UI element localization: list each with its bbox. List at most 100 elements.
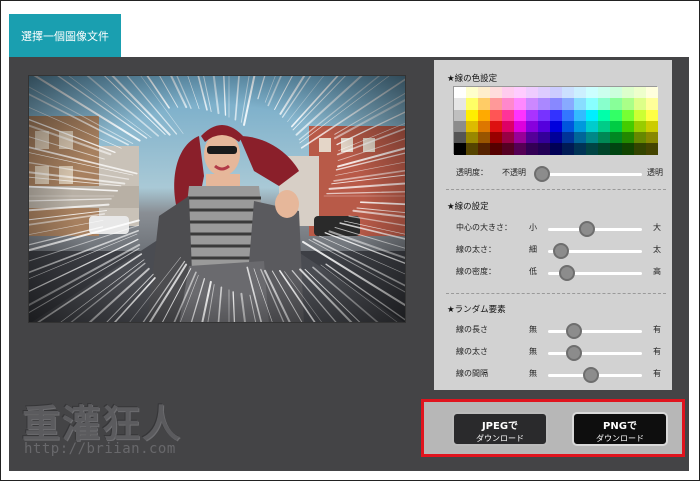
color-swatch[interactable] (598, 120, 610, 133)
line-setting-slider-knob[interactable] (558, 265, 575, 281)
color-swatch[interactable] (586, 87, 598, 99)
line-setting-slider[interactable] (548, 265, 642, 281)
random-setting-slider[interactable] (548, 345, 642, 361)
random-setting-slider-knob[interactable] (566, 345, 583, 361)
color-swatch[interactable] (454, 143, 466, 155)
line-setting-slider-knob[interactable] (553, 243, 570, 259)
color-swatch[interactable] (622, 143, 634, 155)
color-swatch[interactable] (550, 120, 562, 133)
color-swatch[interactable] (550, 87, 562, 99)
color-swatch[interactable] (502, 87, 514, 99)
color-swatch[interactable] (574, 98, 586, 110)
color-swatch[interactable] (478, 98, 490, 110)
color-swatch[interactable] (502, 109, 514, 121)
color-swatch[interactable] (502, 143, 514, 155)
color-swatch[interactable] (490, 143, 502, 155)
color-swatch[interactable] (490, 98, 502, 110)
color-swatch[interactable] (634, 120, 646, 133)
color-swatch[interactable] (466, 98, 478, 110)
color-swatch[interactable] (646, 87, 658, 99)
color-swatch[interactable] (610, 143, 622, 155)
color-swatch[interactable] (646, 132, 658, 144)
color-swatch[interactable] (454, 87, 466, 99)
color-swatch[interactable] (526, 120, 538, 133)
color-swatch[interactable] (526, 109, 538, 121)
color-swatch[interactable] (622, 98, 634, 110)
color-swatch[interactable] (646, 109, 658, 121)
color-swatch[interactable] (526, 87, 538, 99)
color-swatch[interactable] (514, 143, 526, 155)
color-swatch[interactable] (622, 87, 634, 99)
color-swatch[interactable] (574, 132, 586, 144)
color-swatch[interactable] (466, 143, 478, 155)
line-setting-slider[interactable] (548, 221, 642, 237)
color-swatch[interactable] (526, 98, 538, 110)
color-swatch[interactable] (646, 120, 658, 133)
color-swatch[interactable] (598, 98, 610, 110)
color-swatch[interactable] (454, 98, 466, 110)
color-swatch[interactable] (610, 109, 622, 121)
color-swatch[interactable] (598, 132, 610, 144)
color-swatch[interactable] (610, 132, 622, 144)
color-swatch[interactable] (634, 109, 646, 121)
color-swatch[interactable] (610, 120, 622, 133)
color-swatch[interactable] (586, 132, 598, 144)
select-image-tab[interactable]: 選擇一個圖像文件 (9, 14, 121, 57)
color-swatch[interactable] (550, 109, 562, 121)
random-setting-slider[interactable] (548, 367, 642, 383)
random-setting-slider-knob[interactable] (566, 323, 583, 339)
random-setting-slider[interactable] (548, 323, 642, 339)
color-swatch[interactable] (514, 109, 526, 121)
color-swatch[interactable] (610, 87, 622, 99)
color-swatch[interactable] (454, 132, 466, 144)
color-swatch[interactable] (562, 87, 574, 99)
color-swatch[interactable] (634, 132, 646, 144)
color-swatch[interactable] (502, 132, 514, 144)
color-swatch[interactable] (514, 120, 526, 133)
color-swatch[interactable] (454, 120, 466, 133)
color-swatch[interactable] (562, 109, 574, 121)
color-swatch[interactable] (550, 143, 562, 155)
color-swatch[interactable] (502, 98, 514, 110)
color-swatch[interactable] (646, 98, 658, 110)
line-setting-slider-knob[interactable] (579, 221, 596, 237)
color-swatch[interactable] (586, 109, 598, 121)
color-swatch[interactable] (478, 87, 490, 99)
color-swatch[interactable] (634, 143, 646, 155)
opacity-slider-knob[interactable] (534, 166, 550, 182)
color-swatch[interactable] (478, 109, 490, 121)
color-swatch[interactable] (598, 109, 610, 121)
color-swatch[interactable] (598, 143, 610, 155)
color-swatch[interactable] (514, 87, 526, 99)
color-swatch[interactable] (562, 143, 574, 155)
color-swatch[interactable] (526, 143, 538, 155)
color-swatch[interactable] (586, 98, 598, 110)
color-swatch[interactable] (598, 87, 610, 99)
color-swatch[interactable] (490, 109, 502, 121)
color-swatch[interactable] (466, 132, 478, 144)
color-swatch[interactable] (634, 98, 646, 110)
color-swatch[interactable] (646, 143, 658, 155)
color-swatch[interactable] (622, 109, 634, 121)
color-swatch[interactable] (466, 120, 478, 133)
color-swatch[interactable] (562, 132, 574, 144)
color-swatch[interactable] (574, 87, 586, 99)
color-swatch[interactable] (586, 143, 598, 155)
color-swatch[interactable] (622, 132, 634, 144)
color-swatch[interactable] (550, 98, 562, 110)
color-swatch[interactable] (634, 87, 646, 99)
color-swatch[interactable] (562, 120, 574, 133)
color-swatch[interactable] (574, 120, 586, 133)
color-swatch[interactable] (490, 132, 502, 144)
color-swatch[interactable] (538, 87, 550, 99)
color-swatch[interactable] (466, 109, 478, 121)
opacity-slider[interactable] (534, 166, 642, 182)
color-swatch[interactable] (466, 87, 478, 99)
color-swatch[interactable] (526, 132, 538, 144)
color-swatch[interactable] (514, 98, 526, 110)
color-swatch[interactable] (502, 120, 514, 133)
color-swatch[interactable] (478, 143, 490, 155)
color-swatch[interactable] (574, 143, 586, 155)
png-download-button[interactable]: PNGで ダウンロード (572, 412, 668, 446)
color-swatch[interactable] (622, 120, 634, 133)
